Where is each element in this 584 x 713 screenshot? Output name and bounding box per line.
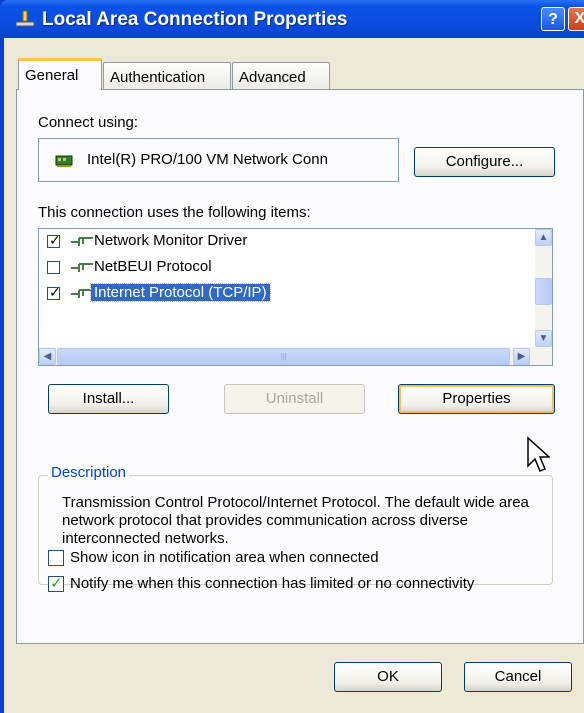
scroll-down-icon[interactable]: ▼ [535,330,552,347]
connect-using-label: Connect using: [38,114,139,131]
notify-checkbox[interactable]: ✓ [48,575,64,592]
check-mark-icon: ✓ [49,232,61,248]
client-area: General Authentication Advanced Connect … [4,38,584,713]
cancel-button-label: Cancel [494,668,542,685]
cancel-button[interactable]: Cancel [464,662,572,692]
item-label: NetBEUI Protocol [94,258,212,275]
uninstall-button: Uninstall [224,384,365,414]
check-mark-icon: ✓ [49,284,61,300]
close-button[interactable]: X [568,7,584,31]
notify-label[interactable]: Notify me when this connection has limit… [70,575,474,592]
items-label: This connection uses the following items… [38,204,311,221]
window-title: Local Area Connection Properties [42,9,348,30]
show-icon-checkbox[interactable] [48,550,64,566]
install-button[interactable]: Install... [48,384,169,414]
help-button[interactable]: ? [541,7,565,31]
item-checkbox[interactable]: ✓ [47,284,61,300]
ok-button-label: OK [377,668,399,685]
properties-button-label: Properties [442,390,511,407]
dialog-window: Local Area Connection Properties ? X Gen… [0,0,584,713]
scroll-right-icon[interactable]: ▶ [513,348,530,365]
mouse-pointer-icon [527,436,550,472]
description-legend: Description [48,464,130,481]
install-button-label: Install... [82,390,135,407]
vertical-scroll-thumb[interactable] [535,278,552,305]
item-checkbox[interactable] [47,261,60,274]
item-label: Internet Protocol (TCP/IP) [90,283,271,302]
title-bar[interactable]: Local Area Connection Properties ? X [0,0,584,38]
item-checkbox[interactable]: ✓ [47,232,61,248]
description-text: Transmission Control Protocol/Internet P… [62,494,529,547]
uninstall-button-label: Uninstall [265,390,324,407]
vertical-scrollbar[interactable]: ▲ ▼ [535,229,552,347]
adapter-name: Intel(R) PRO/100 VM Network Conn [87,151,328,168]
horizontal-scroll-thumb[interactable]: ||| [57,348,510,365]
properties-button[interactable]: Properties [398,384,555,414]
horizontal-scrollbar[interactable]: ◀ ||| ▶ [39,347,552,365]
check-mark-icon: ✓ [50,575,63,592]
scroll-up-icon[interactable]: ▲ [535,229,552,246]
ok-button[interactable]: OK [334,662,442,692]
network-connection-icon [15,10,35,27]
adapter-box: Intel(R) PRO/100 VM Network Conn [38,138,399,182]
network-adapter-icon [55,155,73,167]
components-list[interactable]: ✓ Network Monitor Driver NetBEUI Protoco… [38,228,553,366]
show-icon-label[interactable]: Show icon in notification area when conn… [70,549,379,566]
tab-advanced[interactable]: Advanced [232,62,330,89]
item-label: Network Monitor Driver [94,232,248,249]
scroll-left-icon[interactable]: ◀ [39,348,56,365]
tab-authentication[interactable]: Authentication [103,62,231,89]
tab-general[interactable]: General [18,58,102,90]
configure-button-label: Configure... [445,153,524,170]
configure-button[interactable]: Configure... [414,147,555,177]
